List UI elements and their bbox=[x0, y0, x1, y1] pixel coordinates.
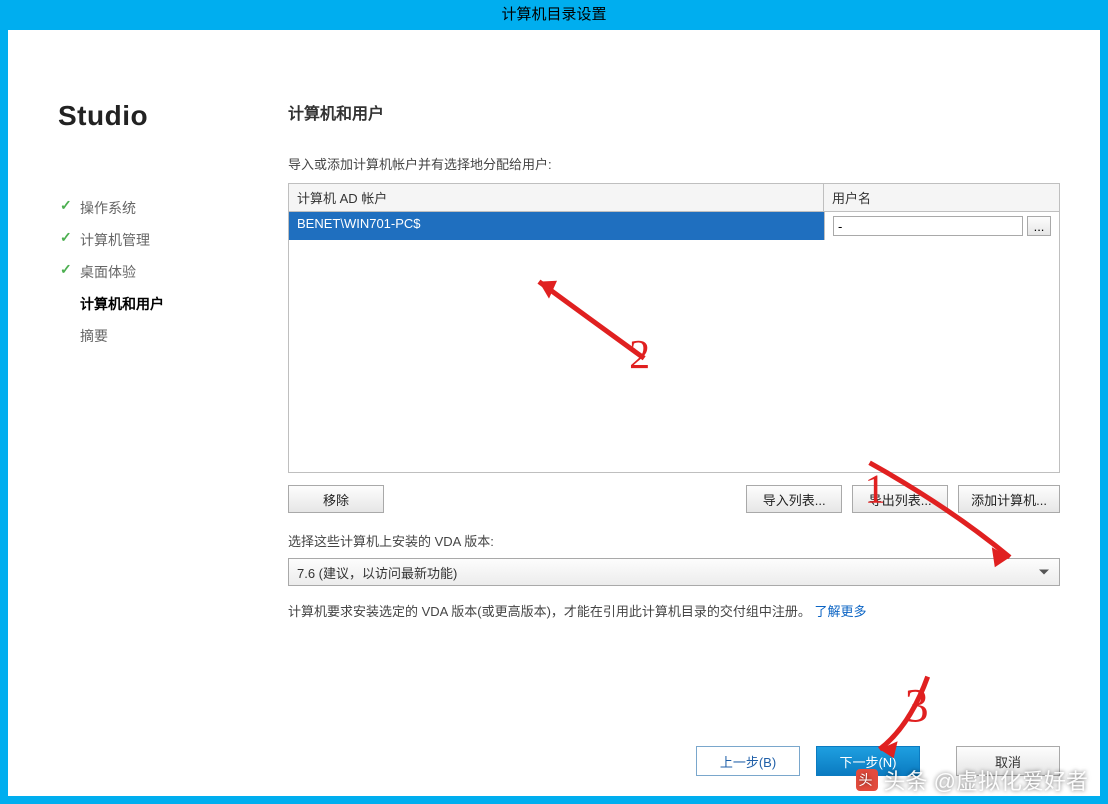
learn-more-link[interactable]: 了解更多 bbox=[815, 604, 867, 619]
wizard-steps: 操作系统 计算机管理 桌面体验 计算机和用户 摘要 bbox=[58, 192, 288, 352]
step-computers[interactable]: 计算机和用户 bbox=[58, 288, 288, 320]
remove-button[interactable]: 移除 bbox=[288, 485, 384, 513]
cell-account: BENET\WIN701-PC$ bbox=[289, 212, 824, 240]
wizard-sidebar: Studio 操作系统 计算机管理 桌面体验 计算机和用户 摘要 bbox=[58, 100, 288, 776]
column-header-account[interactable]: 计算机 AD 帐户 bbox=[289, 184, 824, 211]
step-desktop[interactable]: 桌面体验 bbox=[58, 256, 288, 288]
vda-label: 选择这些计算机上安装的 VDA 版本: bbox=[288, 531, 1060, 550]
import-list-button[interactable]: 导入列表... bbox=[746, 485, 842, 513]
back-button[interactable]: 上一步(B) bbox=[696, 746, 800, 776]
export-list-button[interactable]: 导出列表... bbox=[852, 485, 948, 513]
step-machine[interactable]: 计算机管理 bbox=[58, 224, 288, 256]
step-summary[interactable]: 摘要 bbox=[58, 320, 288, 352]
accounts-grid: 计算机 AD 帐户 用户名 BENET\WIN701-PC$ ... bbox=[288, 183, 1060, 473]
brand-label: Studio bbox=[58, 100, 288, 132]
wizard-content: 计算机和用户 导入或添加计算机帐户并有选择地分配给用户: 计算机 AD 帐户 用… bbox=[288, 100, 1060, 776]
user-input[interactable] bbox=[833, 216, 1023, 236]
column-header-user[interactable]: 用户名 bbox=[824, 184, 1059, 211]
table-row[interactable]: BENET\WIN701-PC$ ... bbox=[289, 212, 1059, 240]
instruction-text: 导入或添加计算机帐户并有选择地分配给用户: bbox=[288, 154, 1060, 173]
browse-user-button[interactable]: ... bbox=[1027, 216, 1051, 236]
window-title: 计算机目录设置 bbox=[8, 0, 1100, 30]
vda-note: 计算机要求安装选定的 VDA 版本(或更高版本)，才能在引用此计算机目录的交付组… bbox=[288, 602, 1060, 622]
cancel-button[interactable]: 取消 bbox=[956, 746, 1060, 776]
add-computer-button[interactable]: 添加计算机... bbox=[958, 485, 1060, 513]
step-os[interactable]: 操作系统 bbox=[58, 192, 288, 224]
page-title: 计算机和用户 bbox=[288, 100, 1060, 124]
vda-version-select[interactable]: 7.6 (建议，以访问最新功能) bbox=[288, 558, 1060, 586]
next-button[interactable]: 下一步(N) bbox=[816, 746, 920, 776]
